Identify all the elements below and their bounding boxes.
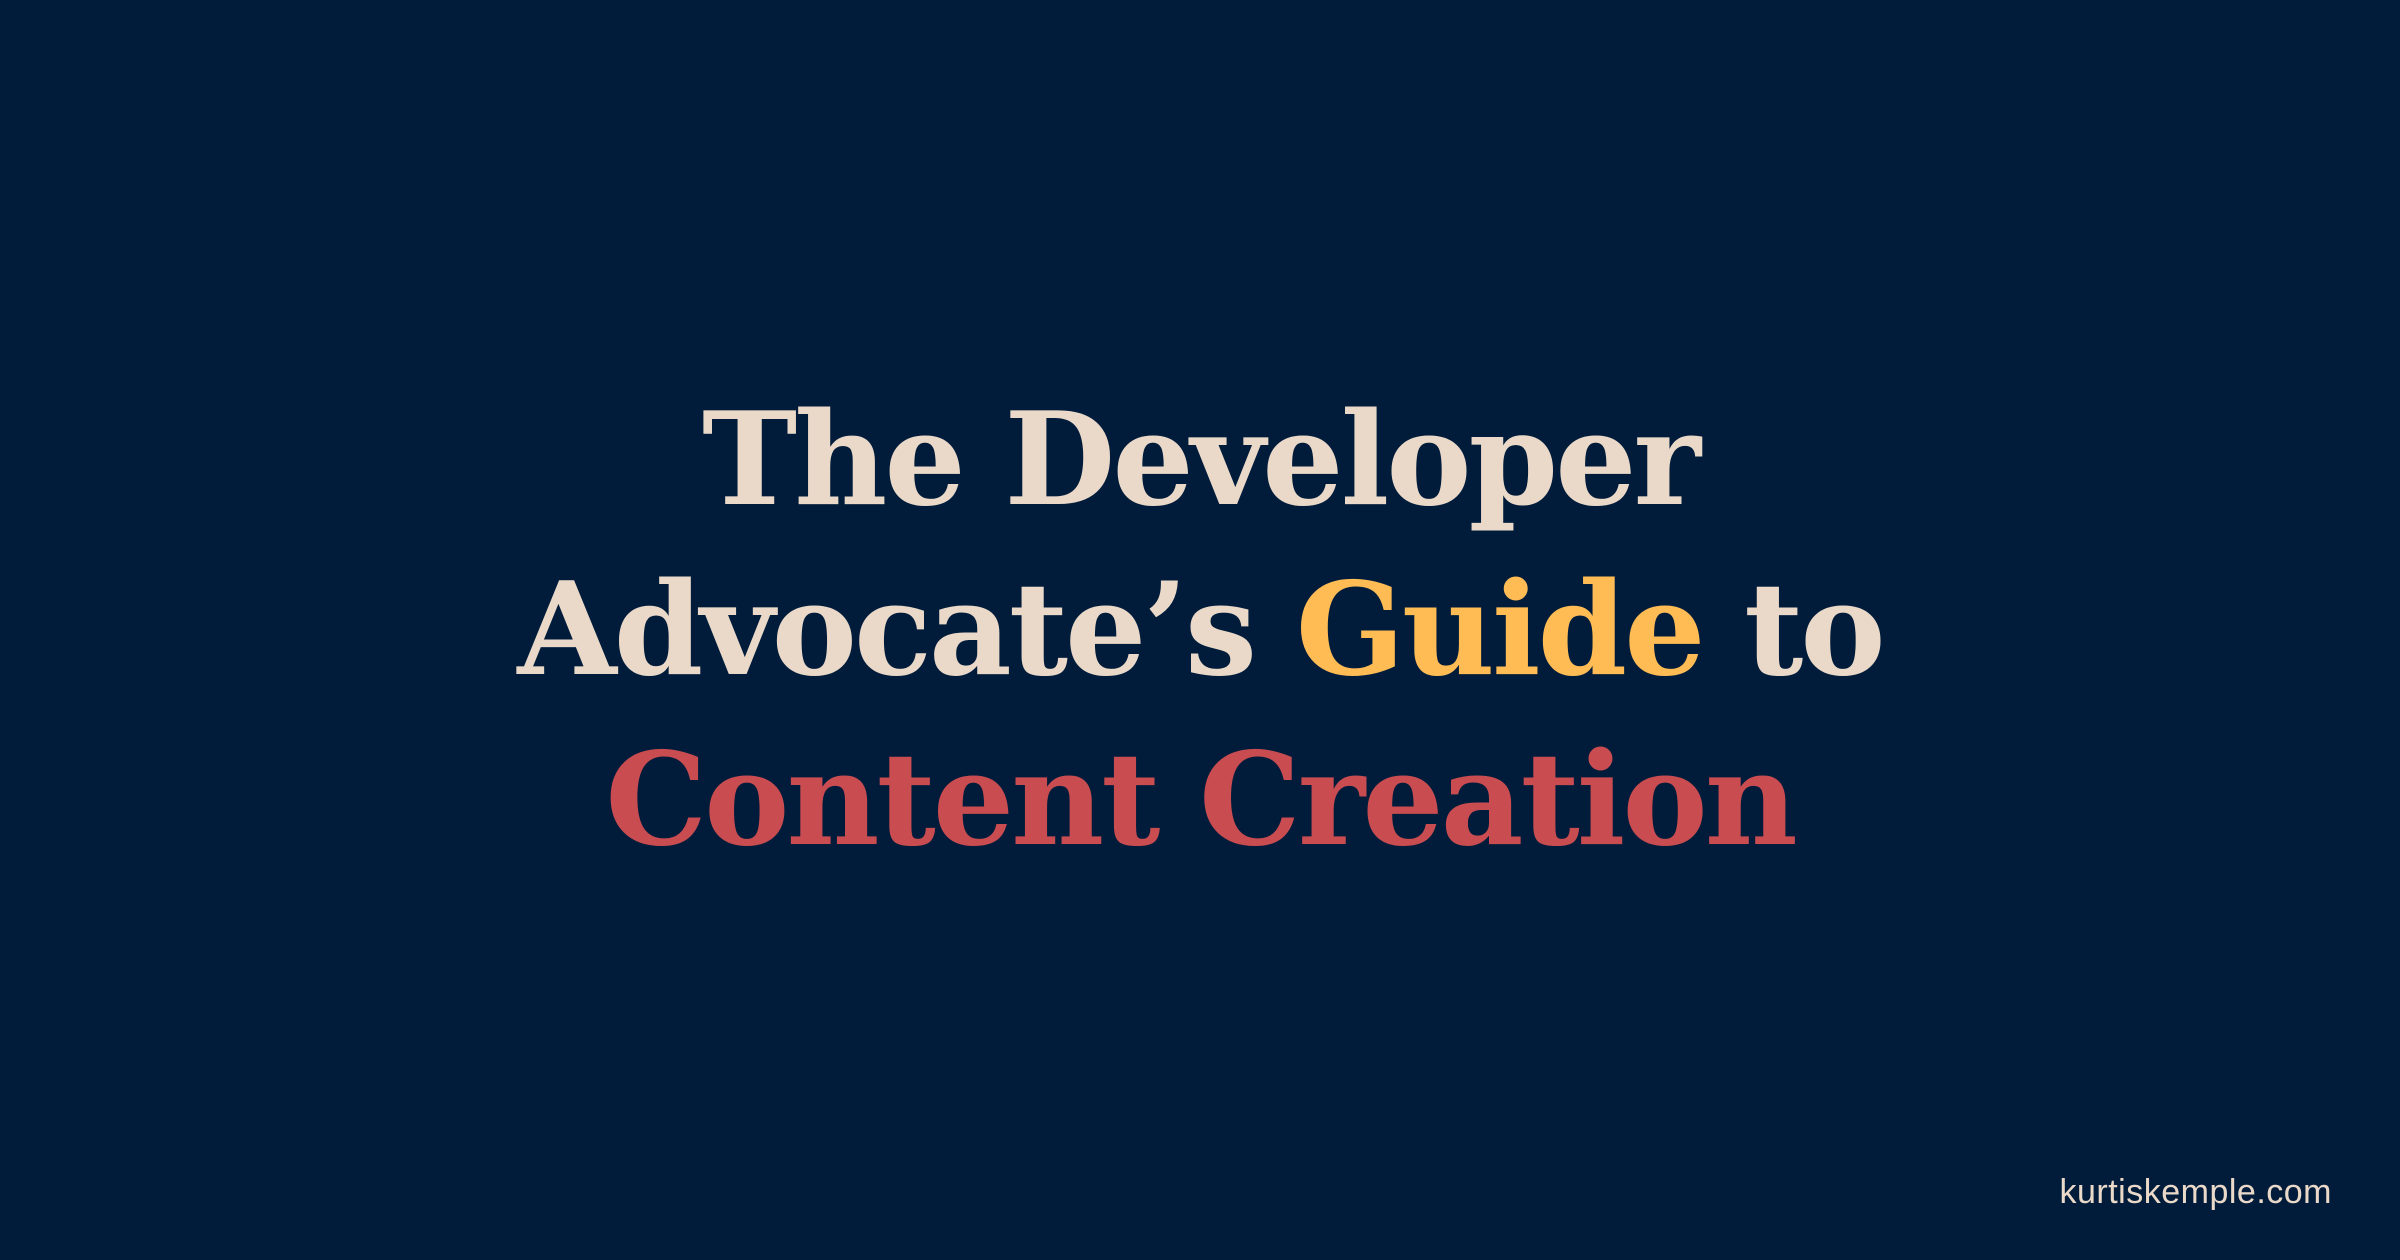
title-highlight-guide: Guide [1295,555,1706,705]
title-card: The Developer Advocate’s Guide to Conten… [0,0,2400,1260]
title-line-2-end: to [1702,555,1886,705]
title-line-3: Content Creation [605,725,1798,875]
title-line-1: The Developer [702,385,1701,535]
title-line-2-start: Advocate’s [517,555,1296,705]
title-line-2: Advocate’s Guide to [0,545,2400,715]
site-url: kurtiskemple.com [2059,1173,2332,1211]
page-title: The Developer Advocate’s Guide to Conten… [0,375,2400,885]
